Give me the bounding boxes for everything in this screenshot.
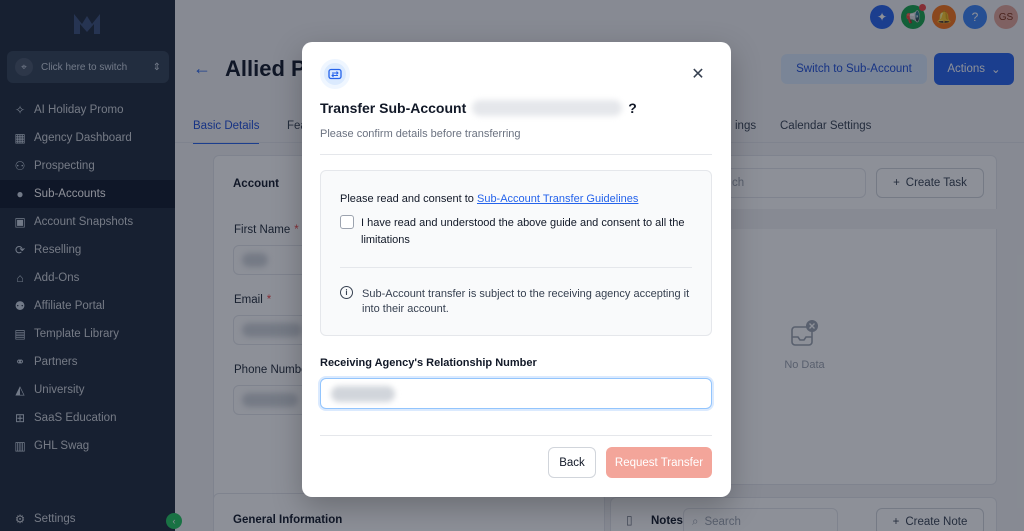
consent-prefix: Please read and consent to: [340, 193, 477, 205]
modal-title-text: Transfer Sub-Account: [320, 100, 467, 116]
relationship-number-input[interactable]: [320, 378, 712, 409]
guidelines-link[interactable]: Sub-Account Transfer Guidelines: [477, 193, 638, 205]
modal-title-suffix: ?: [628, 100, 637, 116]
redacted-relationship-number: [331, 385, 395, 402]
consent-checkbox-label[interactable]: I have read and understood the above gui…: [361, 215, 701, 249]
request-transfer-button[interactable]: Request Transfer: [606, 447, 712, 478]
consent-checkbox[interactable]: [340, 215, 354, 229]
info-icon: i: [340, 286, 353, 299]
consent-panel: Please read and consent to Sub-Account T…: [320, 170, 712, 336]
redacted-account-name: [472, 100, 623, 116]
info-text: Sub-Account transfer is subject to the r…: [362, 288, 690, 315]
transfer-icon: [320, 59, 350, 89]
transfer-sub-account-modal: ✕ Transfer Sub-Account ? Please confirm …: [302, 42, 731, 497]
panel-divider: [340, 267, 692, 268]
modal-divider: [320, 154, 712, 155]
consent-text: Please read and consent to Sub-Account T…: [340, 193, 638, 205]
back-button[interactable]: Back: [548, 447, 596, 478]
close-icon[interactable]: ✕: [688, 64, 708, 84]
modal-subtitle: Please confirm details before transferri…: [320, 128, 521, 140]
relationship-number-label: Receiving Agency's Relationship Number: [320, 357, 537, 369]
modal-title: Transfer Sub-Account ?: [320, 100, 637, 116]
modal-footer-divider: [320, 435, 712, 436]
